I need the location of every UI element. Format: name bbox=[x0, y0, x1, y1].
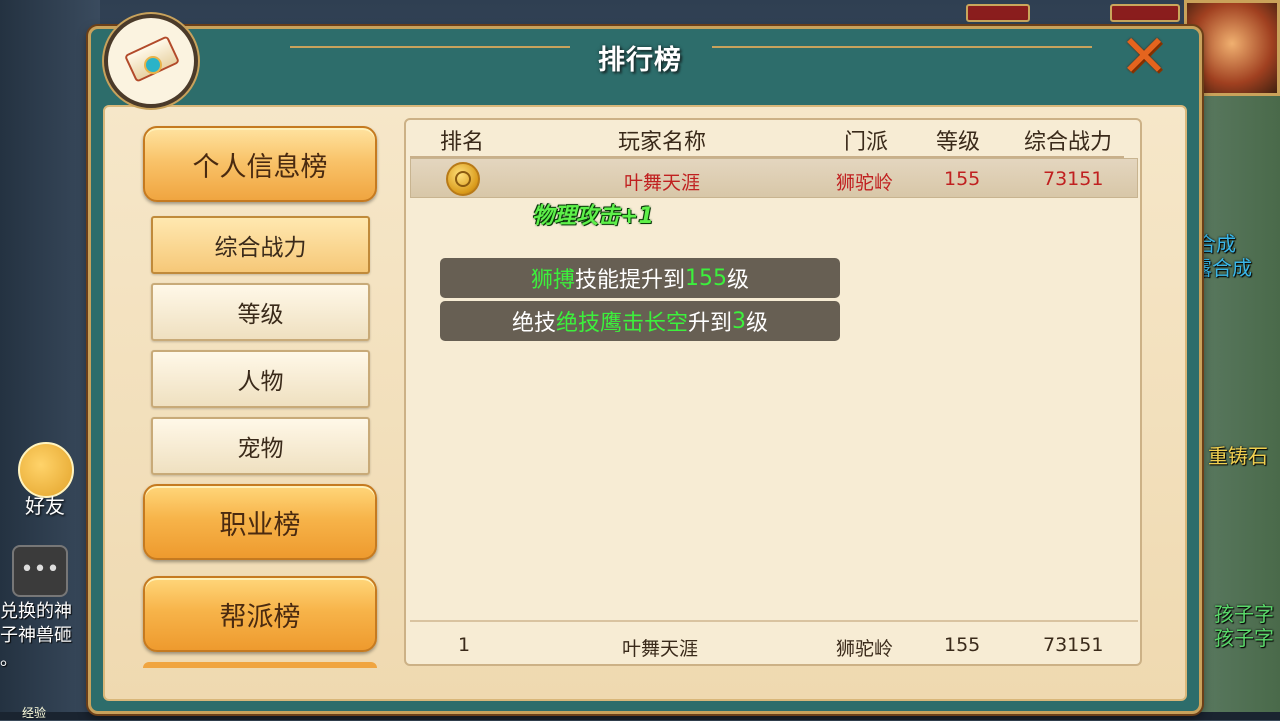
notice-level: 155 bbox=[685, 265, 727, 291]
header-player-name: 玩家名称 bbox=[618, 130, 707, 155]
header-level: 等级 bbox=[936, 130, 981, 155]
chat-icon[interactable]: ••• bbox=[12, 545, 68, 597]
my-rank-divider bbox=[410, 620, 1138, 622]
row-school: 狮驼岭 bbox=[836, 172, 894, 194]
ranking-table[interactable] bbox=[404, 118, 1142, 666]
scroll-icon bbox=[104, 14, 198, 108]
friend-label: 好友 bbox=[25, 494, 65, 518]
subtab-pet[interactable]: 宠物 bbox=[151, 417, 370, 475]
notice-skill-name: 狮搏 bbox=[530, 268, 575, 293]
notice-text: 级 bbox=[727, 268, 750, 293]
table-row[interactable] bbox=[410, 158, 1138, 198]
subtab-level[interactable]: 等级 bbox=[151, 283, 370, 341]
gold-medal-icon bbox=[446, 162, 480, 196]
notice-skill-name: 绝技鹰击长空 bbox=[555, 311, 688, 336]
row-level: 155 bbox=[944, 168, 981, 190]
tab-profession[interactable]: 职业榜 bbox=[143, 484, 377, 560]
subtab-character[interactable]: 人物 bbox=[151, 350, 370, 408]
tab-guild[interactable]: 帮派榜 bbox=[143, 576, 377, 652]
notice-text: 绝技 bbox=[511, 311, 556, 336]
my-level: 155 bbox=[944, 634, 981, 656]
my-rank: 1 bbox=[458, 634, 471, 656]
notice-level: 3 bbox=[732, 308, 747, 334]
side-text-child-2: 孩子字 bbox=[1214, 626, 1274, 650]
side-text-recast: 重铸石 bbox=[1208, 444, 1268, 468]
ultimate-notice: 绝技 绝技鹰击长空 升到 3 级 bbox=[440, 301, 840, 341]
tab-personal-info[interactable]: 个人信息榜 bbox=[143, 126, 377, 202]
notice-text: 升到 bbox=[688, 311, 733, 336]
header-combat-power: 综合战力 bbox=[1024, 130, 1113, 155]
header-school: 门派 bbox=[844, 130, 889, 155]
exp-label: 经验 bbox=[22, 706, 47, 720]
notice-text: 级 bbox=[746, 311, 769, 336]
my-combat-power: 73151 bbox=[1043, 634, 1104, 656]
my-name: 叶舞天涯 bbox=[622, 638, 699, 660]
skill-notice: 狮搏 技能提升到 155 级 bbox=[440, 258, 840, 298]
row-combat-power: 73151 bbox=[1043, 168, 1104, 190]
subtab-combat-power[interactable]: 综合战力 bbox=[151, 216, 370, 274]
mp-bar bbox=[1110, 4, 1180, 22]
row-player-name: 叶舞天涯 bbox=[624, 172, 701, 194]
hp-bar bbox=[966, 4, 1030, 22]
notice-text: 技能提升到 bbox=[574, 268, 685, 293]
next-tab-edge[interactable] bbox=[143, 662, 377, 668]
scroll-gem-shape bbox=[144, 56, 162, 74]
close-icon[interactable]: ✕ bbox=[1114, 27, 1174, 85]
header-rank: 排名 bbox=[440, 130, 485, 155]
floating-stat-text: 物理攻击+1 bbox=[532, 204, 654, 229]
my-school: 狮驼岭 bbox=[836, 638, 894, 660]
